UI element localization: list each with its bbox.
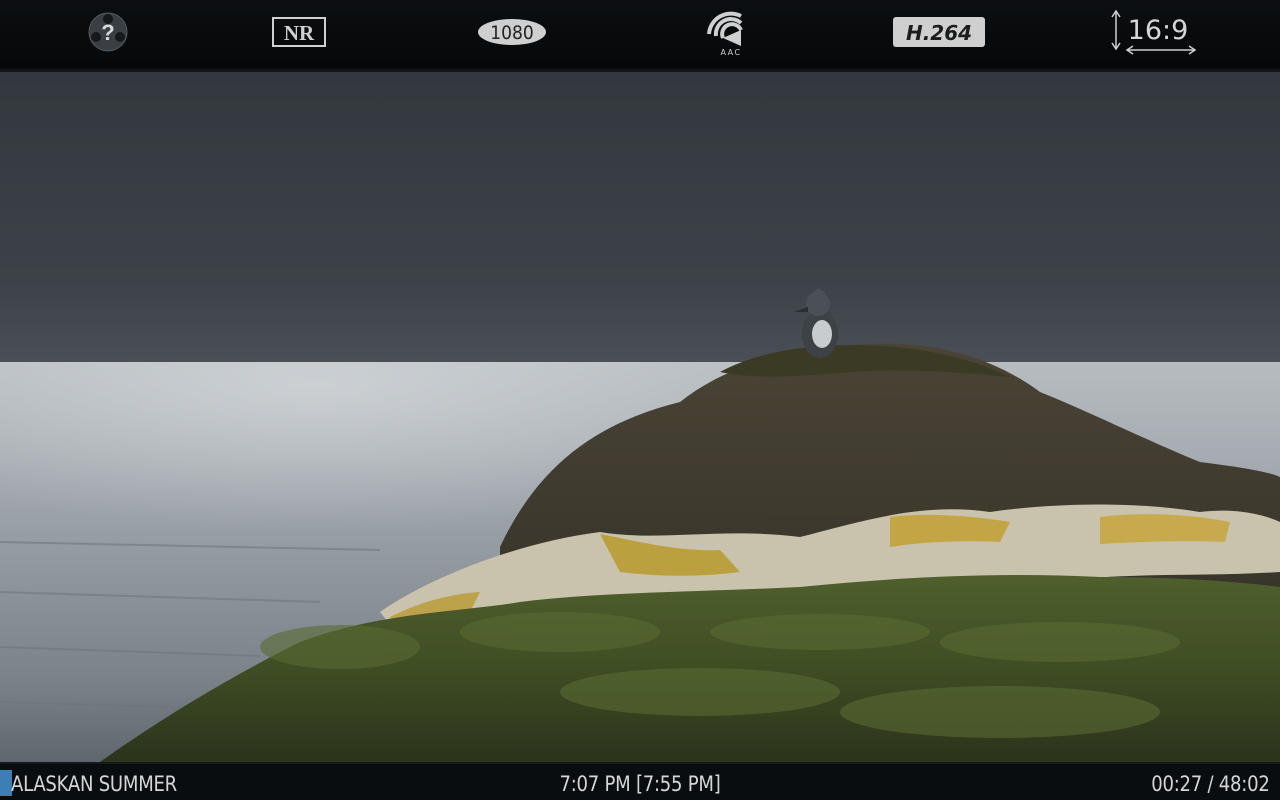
clock-and-end-time: 7:07 PM [7:55 PM] bbox=[559, 772, 721, 796]
elapsed-total-time: 00:27 / 48:02 bbox=[1151, 772, 1271, 796]
unknown-rating-icon: ? bbox=[84, 8, 132, 56]
aac-audio-icon: AAC bbox=[700, 8, 750, 56]
nr-rating-badge: NR bbox=[270, 8, 328, 56]
nr-label: NR bbox=[284, 21, 315, 45]
video-title: ALASKAN SUMMER bbox=[11, 772, 177, 796]
resolution-label: 1080 bbox=[490, 22, 534, 44]
aspect-ratio-badge: 16:9 bbox=[1104, 8, 1200, 56]
kingfisher-on-rock-scene bbox=[0, 72, 1280, 762]
top-info-bar: ? NR 1080 AAC H.264 16:9 bbox=[0, 0, 1280, 72]
h264-codec-badge: H.264 bbox=[890, 8, 988, 56]
video-frame[interactable] bbox=[0, 72, 1280, 762]
bottom-status-bar: ALASKAN SUMMER 7:07 PM [7:55 PM] 00:27 /… bbox=[0, 762, 1280, 800]
svg-text:?: ? bbox=[101, 20, 114, 45]
h264-label: H.264 bbox=[906, 21, 972, 45]
aac-label: AAC bbox=[720, 48, 741, 56]
resolution-badge: 1080 bbox=[474, 8, 550, 56]
aspect-label: 16:9 bbox=[1128, 15, 1189, 46]
